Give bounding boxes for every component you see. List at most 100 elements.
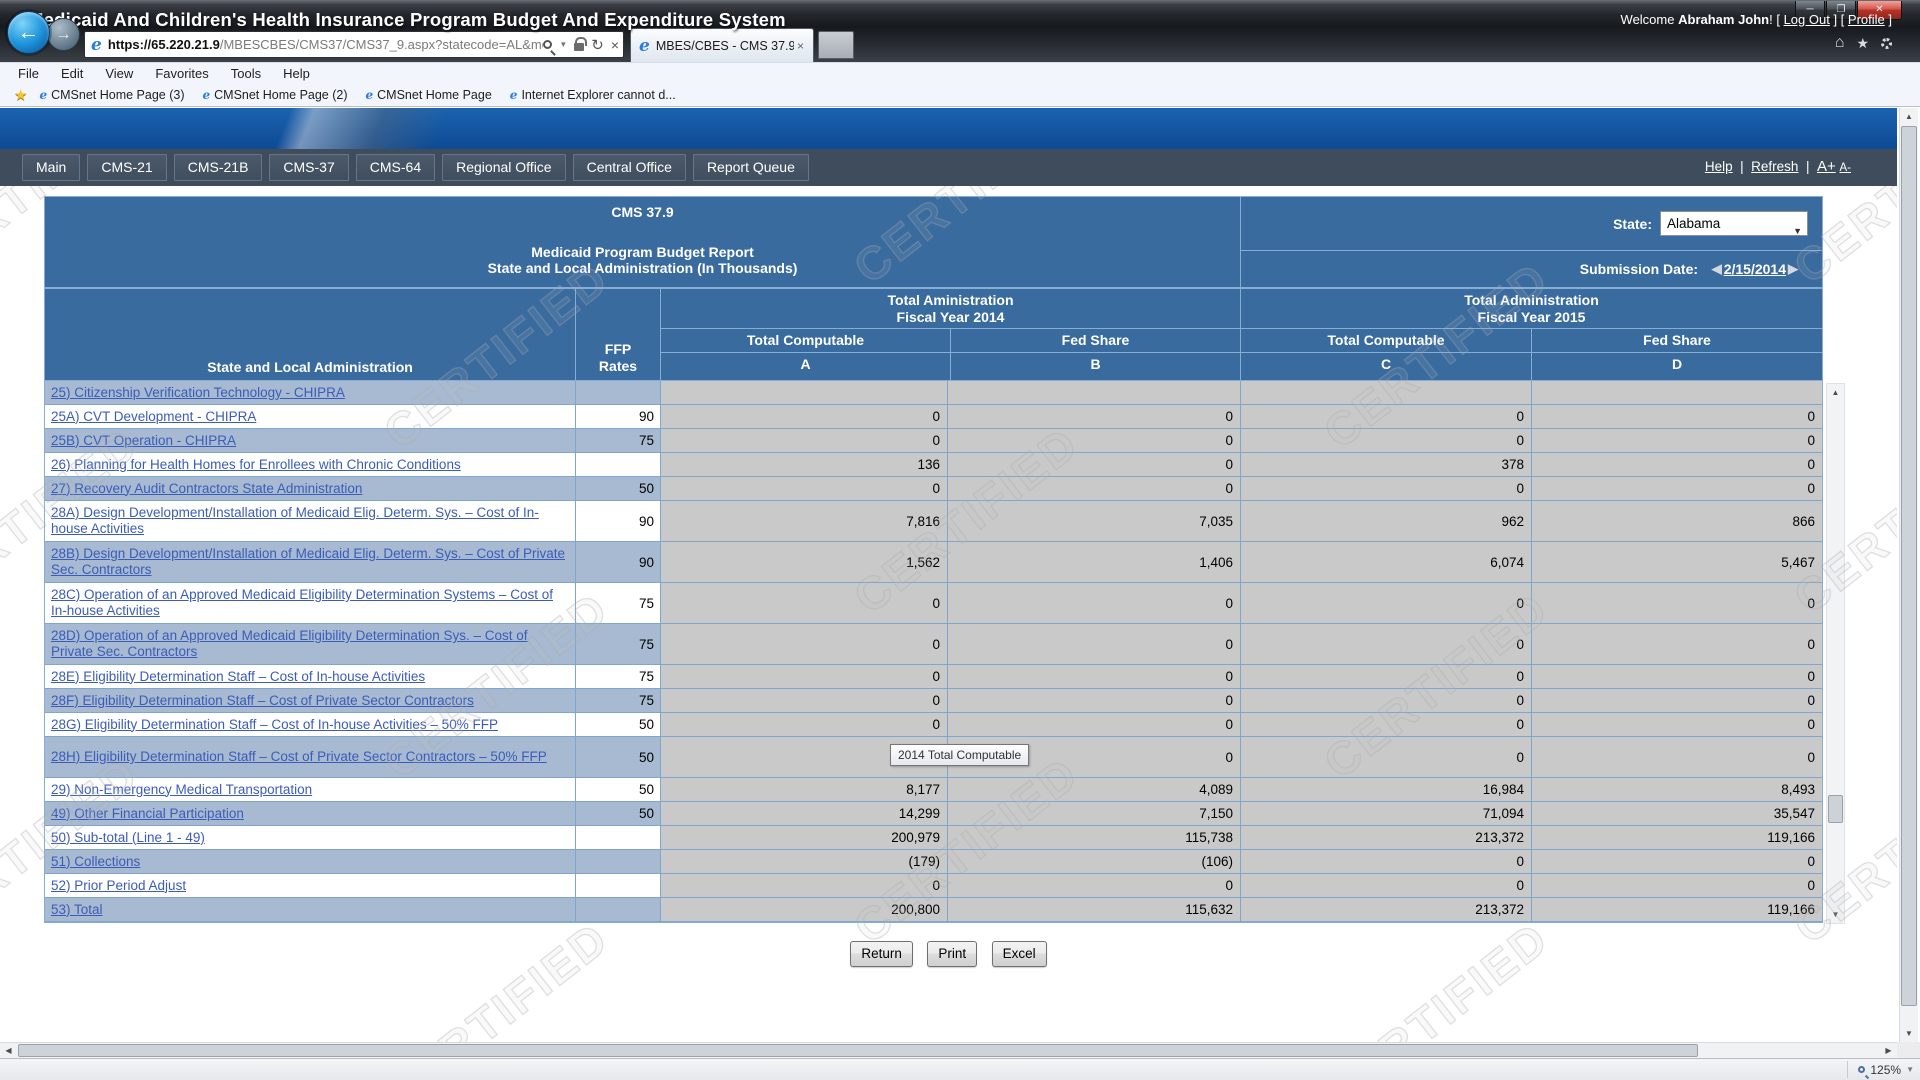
state-select[interactable]: Alabama ▼	[1660, 211, 1808, 236]
column-header-label: State and Local Administration	[44, 288, 576, 381]
row-label-link[interactable]: 27) Recovery Audit Contractors State Adm…	[51, 481, 362, 497]
favorite-link[interactable]: eInternet Explorer cannot d...	[510, 88, 676, 102]
log-out-link[interactable]: Log Out	[1784, 12, 1830, 27]
refresh-icon[interactable]: ↻	[591, 36, 604, 54]
address-bar[interactable]: e https://65.220.21.9/MBESCBES/CMS37/CMS…	[84, 31, 624, 58]
row-label-link[interactable]: 28B) Design Development/Installation of …	[51, 546, 571, 578]
next-date-icon[interactable]: ▶	[1788, 261, 1798, 277]
stop-icon[interactable]: ×	[611, 37, 619, 53]
home-icon[interactable]: ⌂	[1835, 34, 1845, 52]
nav-item-cms-21[interactable]: CMS-21	[87, 154, 166, 181]
column-letter-b: B	[951, 353, 1240, 380]
vertical-scrollbar[interactable]: ▲ ▼	[1899, 108, 1918, 1042]
table-scrollbar[interactable]: ▲ ▼	[1826, 383, 1845, 924]
row-label-cell: 28D) Operation of an Approved Medicaid E…	[45, 624, 576, 665]
previous-date-icon[interactable]: ◀	[1712, 261, 1722, 277]
submission-date-link[interactable]: 2/15/2014	[1724, 261, 1786, 277]
row-label-link[interactable]: 25B) CVT Operation - CHIPRA	[51, 433, 236, 449]
row-label-link[interactable]: 52) Prior Period Adjust	[51, 878, 186, 894]
refresh-link[interactable]: Refresh	[1751, 159, 1798, 174]
scroll-left-icon[interactable]: ◀	[0, 1043, 17, 1058]
nav-item-main[interactable]: Main	[22, 154, 80, 181]
zoom-dropdown-icon[interactable]: ▼	[1906, 1065, 1914, 1074]
table-row: 50) Sub-total (Line 1 - 49)200,979115,73…	[45, 826, 1822, 850]
menu-item-file[interactable]: File	[18, 66, 39, 81]
print-button[interactable]: Print	[927, 941, 977, 967]
row-label-link[interactable]: 50) Sub-total (Line 1 - 49)	[51, 830, 205, 846]
return-button[interactable]: Return	[850, 941, 913, 967]
submission-date-label: Submission Date:	[1580, 261, 1698, 277]
table-row: 28A) Design Development/Installation of …	[45, 501, 1822, 542]
scroll-up-icon[interactable]: ▲	[1827, 384, 1844, 401]
vertical-scrollbar-thumb[interactable]	[1901, 126, 1917, 1006]
app-title: Medicaid And Children's Health Insurance…	[28, 9, 786, 31]
menu-item-tools[interactable]: Tools	[231, 66, 261, 81]
row-label-link[interactable]: 28F) Eligibility Determination Staff – C…	[51, 693, 474, 709]
tools-gear-icon[interactable]	[1881, 38, 1892, 49]
ie-page-icon: e	[202, 88, 210, 102]
menu-item-edit[interactable]: Edit	[61, 66, 83, 81]
scroll-up-icon[interactable]: ▲	[1900, 108, 1918, 125]
profile-link[interactable]: Profile	[1848, 12, 1885, 27]
row-label-link[interactable]: 25) Citizenship Verification Technology …	[51, 385, 345, 401]
menu-item-view[interactable]: View	[105, 66, 133, 81]
row-label-link[interactable]: 29) Non-Emergency Medical Transportation	[51, 782, 312, 798]
row-label-link[interactable]: 28C) Operation of an Approved Medicaid E…	[51, 587, 571, 619]
nav-item-report-queue[interactable]: Report Queue	[693, 154, 809, 181]
horizontal-scrollbar[interactable]: ◀ ▶	[0, 1042, 1897, 1058]
excel-button[interactable]: Excel	[992, 941, 1047, 967]
tab-close-icon[interactable]: ×	[794, 39, 807, 53]
row-label-link[interactable]: 28G) Eligibility Determination Staff – C…	[51, 717, 498, 733]
menu-item-help[interactable]: Help	[283, 66, 310, 81]
nav-item-cms-64[interactable]: CMS-64	[356, 154, 435, 181]
new-tab-button[interactable]	[818, 31, 854, 59]
value-cell-c: 0	[1241, 665, 1532, 689]
row-label-link[interactable]: 53) Total	[51, 902, 103, 918]
value-cell-b: 1,406	[948, 542, 1241, 583]
row-label-link[interactable]: 28D) Operation of an Approved Medicaid E…	[51, 628, 571, 660]
user-name: Abraham John	[1678, 12, 1769, 27]
search-dropdown-icon[interactable]: ▼	[559, 40, 567, 49]
back-button[interactable]: ←	[7, 11, 50, 54]
table-scrollbar-thumb[interactable]	[1828, 795, 1843, 823]
row-label-cell: 28E) Eligibility Determination Staff – C…	[45, 665, 576, 689]
favorite-link[interactable]: eCMSnet Home Page (3)	[39, 88, 184, 102]
row-label-link[interactable]: 49) Other Financial Participation	[51, 806, 244, 822]
row-label-link[interactable]: 25A) CVT Development - CHIPRA	[51, 409, 256, 425]
row-label-link[interactable]: 28A) Design Development/Installation of …	[51, 505, 571, 537]
browser-tab[interactable]: e MBES/CBES - CMS 37.9 ×	[630, 28, 814, 62]
value-cell-c: 0	[1241, 477, 1532, 501]
nav-item-central-office[interactable]: Central Office	[573, 154, 686, 181]
nav-item-cms-37[interactable]: CMS-37	[269, 154, 348, 181]
font-decrease-link[interactable]: A-	[1840, 162, 1852, 174]
menu-item-favorites[interactable]: Favorites	[155, 66, 208, 81]
browser-window: ─ ❐ ✕ ← → e https://65.220.21.9/MBESCBES…	[0, 0, 1920, 1080]
scroll-right-icon[interactable]: ▶	[1880, 1043, 1897, 1058]
help-link[interactable]: Help	[1705, 159, 1733, 174]
url-text[interactable]: https://65.220.21.9/MBESCBES/CMS37/CMS37…	[108, 37, 543, 52]
value-cell-a: 200,800	[661, 898, 948, 922]
lock-icon	[574, 43, 584, 51]
search-icon[interactable]	[543, 40, 552, 49]
scroll-down-icon[interactable]: ▼	[1900, 1025, 1918, 1042]
forward-button[interactable]: →	[47, 18, 80, 51]
favorite-link[interactable]: eCMSnet Home Page (2)	[202, 88, 347, 102]
font-increase-link[interactable]: A+	[1817, 158, 1836, 175]
row-label-cell: 28F) Eligibility Determination Staff – C…	[45, 689, 576, 713]
action-buttons: Return Print Excel	[0, 941, 1897, 967]
zoom-control[interactable]: 125% ▼	[1847, 1061, 1914, 1078]
favorite-link[interactable]: eCMSnet Home Page	[366, 88, 492, 102]
add-favorite-icon[interactable]: ★	[14, 86, 27, 104]
row-label-link[interactable]: 51) Collections	[51, 854, 140, 870]
horizontal-scrollbar-thumb[interactable]	[18, 1044, 1698, 1057]
value-cell-a: 0	[661, 477, 948, 501]
scroll-down-icon[interactable]: ▼	[1827, 906, 1844, 923]
favorites-star-icon[interactable]: ★	[1856, 35, 1869, 52]
nav-item-regional-office[interactable]: Regional Office	[442, 154, 565, 181]
ffp-rate-cell	[576, 874, 661, 898]
nav-item-cms-21b[interactable]: CMS-21B	[174, 154, 263, 181]
row-label-link[interactable]: 26) Planning for Health Homes for Enroll…	[51, 457, 461, 473]
row-label-link[interactable]: 28H) Eligibility Determination Staff – C…	[51, 749, 547, 765]
report-code: CMS 37.9	[45, 204, 1240, 220]
row-label-link[interactable]: 28E) Eligibility Determination Staff – C…	[51, 669, 425, 685]
